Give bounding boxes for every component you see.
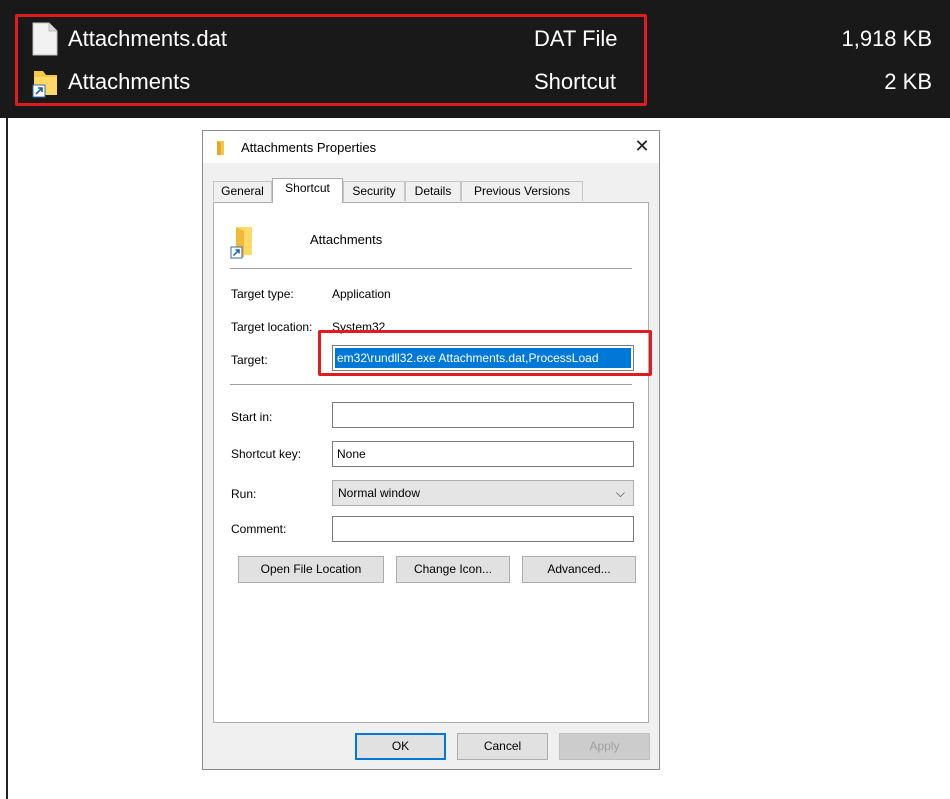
tab-details[interactable]: Details <box>405 181 461 201</box>
file-size: 1,918 KB <box>841 26 932 51</box>
start-in-label: Start in: <box>231 410 273 424</box>
run-select[interactable]: Normal window ⌵ <box>332 480 634 506</box>
advanced-button[interactable]: Advanced... <box>522 556 636 583</box>
separator <box>230 268 632 272</box>
properties-dialog: Attachments Properties ✕ General Shortcu… <box>202 130 660 770</box>
cancel-button[interactable]: Cancel <box>457 733 548 760</box>
tab-previous-versions[interactable]: Previous Versions <box>461 181 583 201</box>
close-button[interactable]: ✕ <box>631 134 653 158</box>
chevron-down-icon: ⌵ <box>615 486 625 500</box>
comment-input[interactable] <box>332 516 634 542</box>
shortcut-panel: Attachments Target type: Application Tar… <box>213 202 649 723</box>
explorer-file-list: Attachments.dat DAT File 1,918 KB Attach… <box>0 0 950 118</box>
tab-strip: General Shortcut Security Details Previo… <box>213 178 649 203</box>
change-icon-button[interactable]: Change Icon... <box>396 556 510 583</box>
target-location-label: Target location: <box>231 320 313 334</box>
files-highlight-box <box>15 14 647 106</box>
target-type-value: Application <box>332 287 391 301</box>
dialog-titlebar[interactable]: Attachments Properties ✕ <box>203 131 659 163</box>
target-type-label: Target type: <box>231 287 294 301</box>
folder-shortcut-icon <box>217 141 224 155</box>
target-label: Target: <box>231 353 268 367</box>
shortcut-name: Attachments <box>310 232 383 247</box>
comment-label: Comment: <box>231 522 287 536</box>
tab-shortcut[interactable]: Shortcut <box>272 178 343 203</box>
dialog-title: Attachments Properties <box>241 140 377 155</box>
tab-security[interactable]: Security <box>343 181 405 201</box>
ok-button[interactable]: OK <box>355 733 446 760</box>
folder-shortcut-icon <box>230 227 252 259</box>
file-size: 2 KB <box>884 69 932 94</box>
apply-button[interactable]: Apply <box>559 733 650 760</box>
open-file-location-button[interactable]: Open File Location <box>238 556 384 583</box>
shortcut-key-input[interactable]: None <box>332 441 634 467</box>
left-divider <box>6 118 8 799</box>
shortcut-key-label: Shortcut key: <box>231 447 302 461</box>
run-label: Run: <box>231 487 257 501</box>
separator <box>230 384 632 388</box>
tab-general[interactable]: General <box>213 181 272 201</box>
run-select-value: Normal window <box>338 486 421 500</box>
start-in-input[interactable] <box>332 402 634 428</box>
target-highlight-box <box>318 330 652 376</box>
